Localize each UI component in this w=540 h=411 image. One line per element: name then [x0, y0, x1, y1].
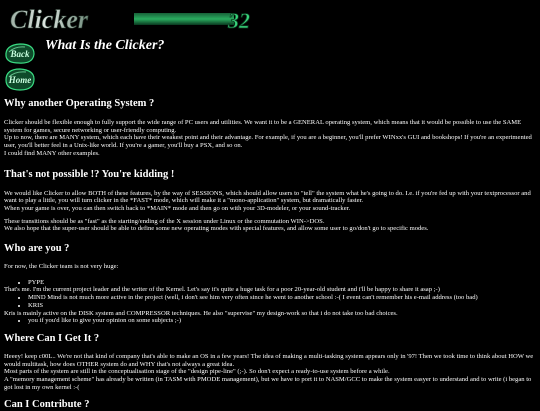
- team-list: PYPE: [4, 279, 536, 287]
- home-button-label: Home: [8, 75, 32, 85]
- paragraph: We would like Clicker to allow BOTH of t…: [4, 189, 531, 205]
- paragraph: Most parts of the system are still in th…: [4, 368, 390, 376]
- heading-who: Who are you ?: [4, 243, 70, 255]
- section-where-body: Heeey! keep c00L.. We're not that kind o…: [4, 353, 536, 392]
- main-content: Why another Operating System ? Clicker s…: [4, 98, 536, 411]
- list-item: PYPE: [28, 279, 536, 287]
- list-item: you if you'd like to give your opinion o…: [28, 317, 536, 325]
- list-item: KRIS: [28, 302, 536, 310]
- member-description: Kris is mainly active on the DISK system…: [4, 309, 398, 317]
- paragraph: Up to now, there are MANY system, which …: [4, 134, 532, 150]
- list-item: MIND Mind is not much more active in the…: [28, 294, 536, 302]
- logo-number: 32: [227, 8, 250, 33]
- paragraph: I could find MANY other examples.: [4, 149, 100, 157]
- section-who-body: For now, the Clicker team is not very hu…: [4, 263, 536, 325]
- paragraph: For now, the Clicker team is not very hu…: [4, 263, 119, 271]
- paragraph: A "memory management scheme" has already…: [4, 376, 532, 391]
- heading-contribute: Can I Contribute ?: [4, 399, 90, 411]
- paragraph: Heeey! keep c00L.. We're not that kind o…: [4, 352, 534, 368]
- paragraph: These transitions should be as "fast" as…: [4, 217, 325, 225]
- member-description: That's me. I'm the current project leade…: [4, 286, 440, 294]
- back-button-label: Back: [10, 49, 30, 59]
- paragraph: Clicker should be flexible enough to ful…: [4, 119, 522, 134]
- heading-why: Why another Operating System ?: [4, 98, 155, 109]
- logo-text: Clicker: [10, 5, 89, 33]
- home-button[interactable]: Home: [3, 66, 37, 92]
- clicker32-logo: Clicker 32: [4, 5, 259, 33]
- back-button[interactable]: Back: [3, 40, 37, 66]
- heading-possible: That's not possible !? You're kidding !: [4, 168, 175, 180]
- heading-where: Where Can I Get It ?: [4, 332, 100, 344]
- paragraph: We also hope that the super-user should …: [4, 225, 429, 233]
- team-list: MIND Mind is not much more active in the…: [4, 294, 536, 309]
- section-why-body: Clicker should be flexible enough to ful…: [4, 119, 536, 158]
- paragraph: When your game is over, you can then swi…: [4, 204, 351, 212]
- team-list: you if you'd like to give your opinion o…: [4, 317, 536, 325]
- page-title: What Is the Clicker?: [45, 38, 165, 53]
- section-possible-body: We would like Clicker to allow BOTH of t…: [4, 190, 536, 234]
